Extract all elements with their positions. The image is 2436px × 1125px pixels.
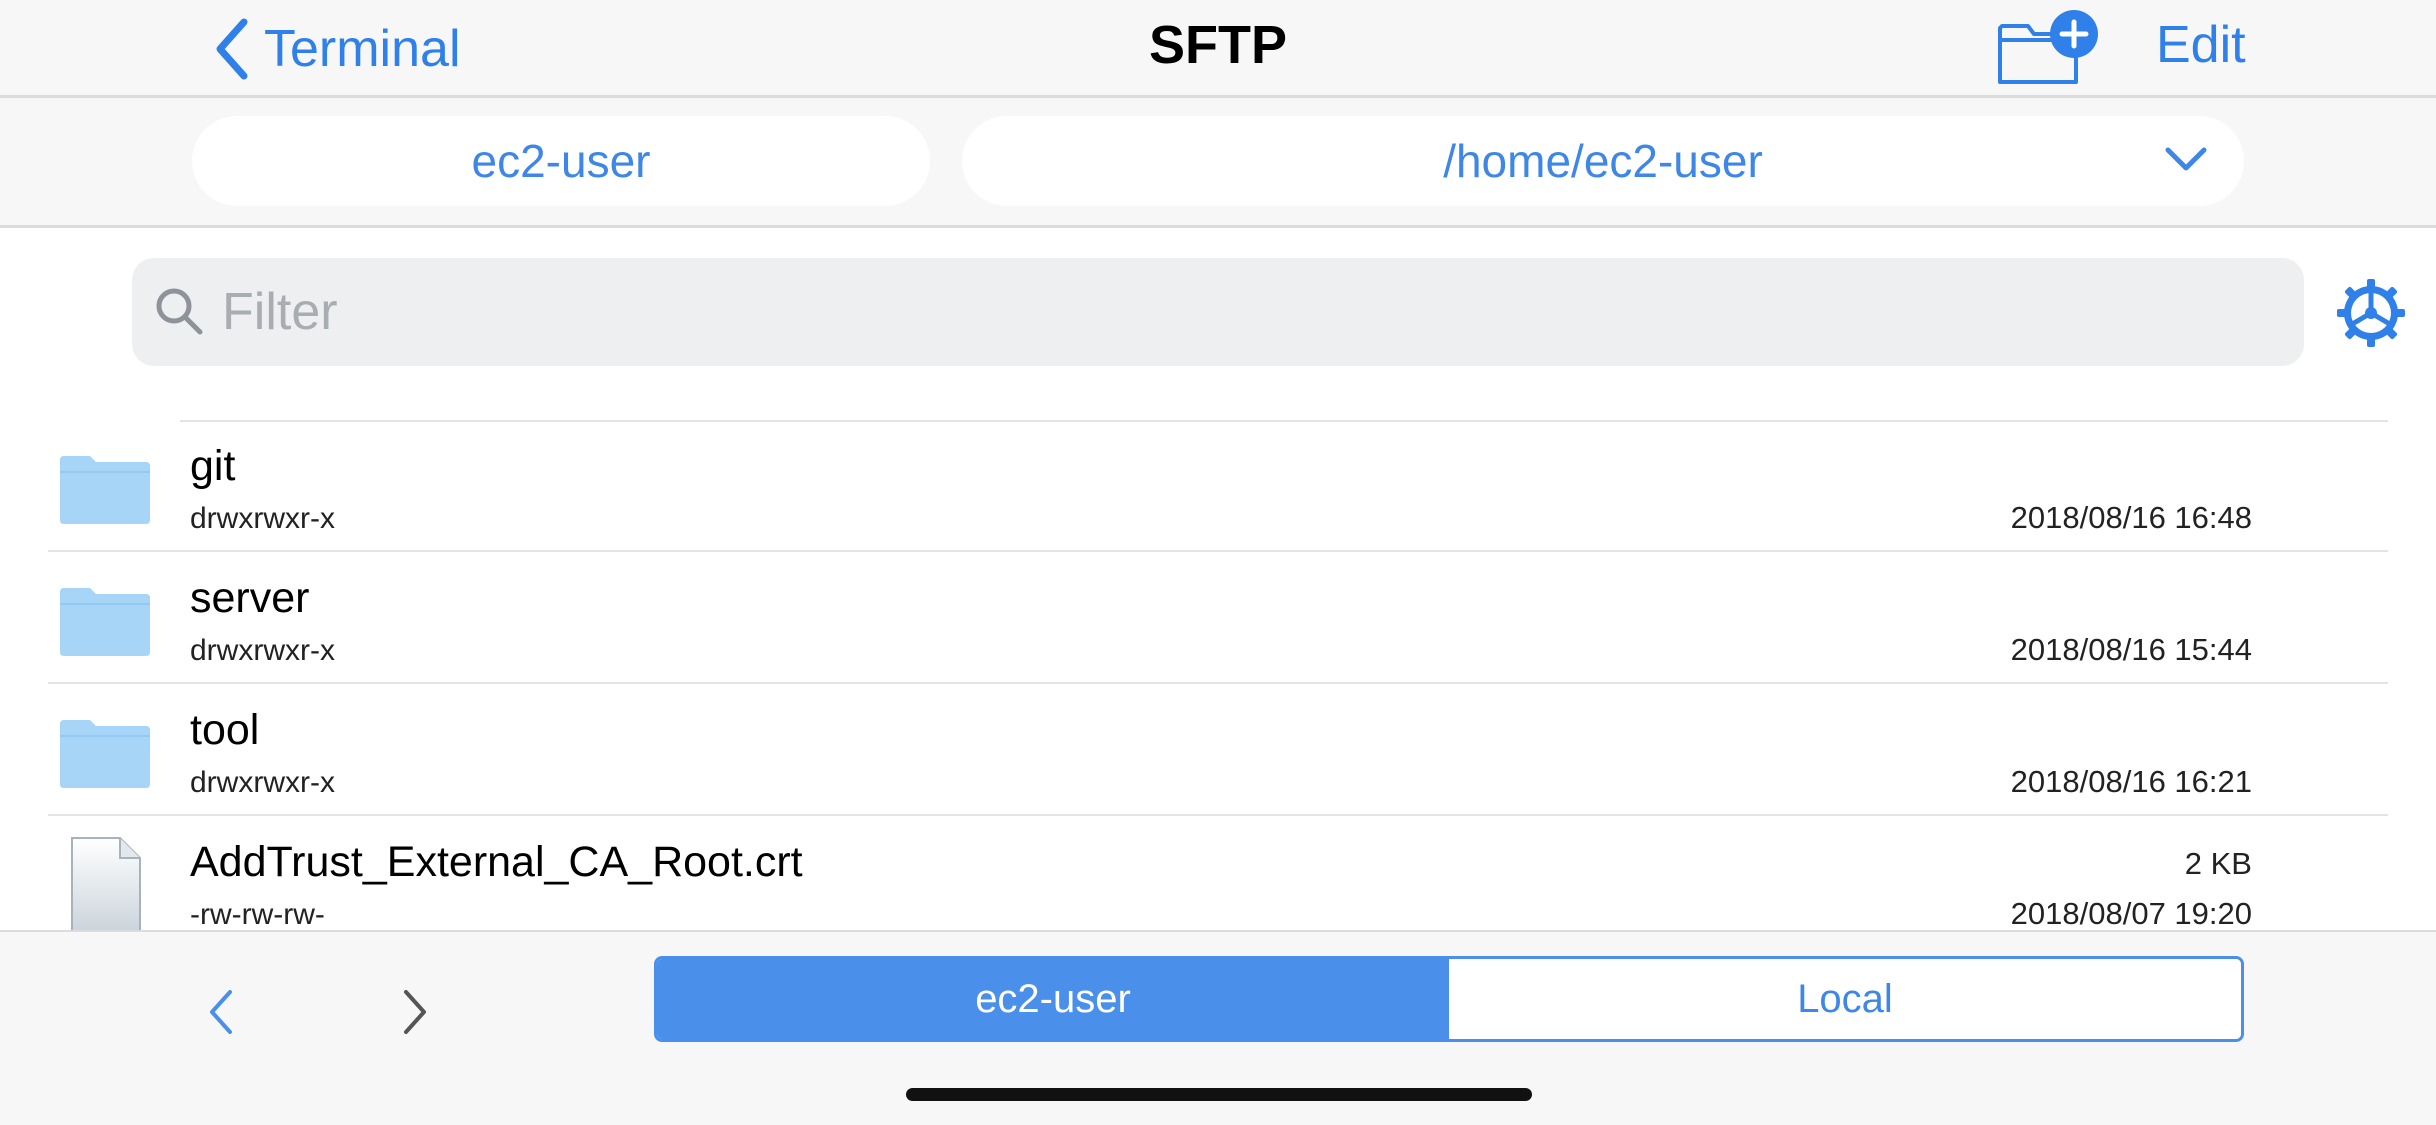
file-name: AddTrust_External_CA_Root.crt [190, 838, 803, 886]
file-permissions: drwxrwxr-x [190, 502, 335, 535]
file-name: tool [190, 706, 260, 754]
file-list: git drwxrwxr-x 2018/08/16 16:48 server d… [0, 420, 2436, 930]
bottom-toolbar: ec2-user Local [0, 930, 2436, 1125]
path-bar: ec2-user /home/ec2-user [0, 98, 2436, 228]
filter-field[interactable] [132, 258, 2304, 366]
file-permissions: drwxrwxr-x [190, 634, 335, 667]
chevron-down-icon [2165, 147, 2207, 171]
file-modified-date: 2018/08/16 15:44 [2010, 632, 2252, 667]
navigation-bar: Terminal SFTP Edit [0, 0, 2436, 98]
file-permissions: drwxrwxr-x [190, 766, 335, 799]
file-modified-date: 2018/08/16 16:21 [2010, 764, 2252, 799]
list-item[interactable]: AddTrust_External_CA_Root.crt -rw-rw-rw-… [48, 816, 2388, 930]
file-name: server [190, 574, 310, 622]
list-item[interactable]: tool drwxrwxr-x 2018/08/16 16:21 [48, 684, 2388, 816]
folder-icon [60, 720, 150, 788]
file-name: git [190, 442, 236, 490]
list-item[interactable]: git drwxrwxr-x 2018/08/16 16:48 [48, 420, 2388, 552]
new-folder-icon[interactable] [1996, 8, 2100, 88]
segment-local[interactable]: Local [1449, 959, 2241, 1039]
file-size: 2 KB [2184, 846, 2252, 881]
path-label: /home/ec2-user [1443, 135, 1763, 187]
file-modified-date: 2018/08/07 19:20 [2010, 896, 2252, 930]
search-icon [156, 288, 203, 335]
document-icon [71, 837, 141, 930]
chevron-right-icon[interactable] [396, 982, 436, 1042]
location-segmented-control: ec2-user Local [654, 956, 2244, 1042]
filter-input[interactable] [222, 272, 2262, 352]
edit-button[interactable]: Edit [2156, 14, 2246, 76]
host-label: ec2-user [471, 135, 651, 187]
chevron-left-icon[interactable] [200, 982, 240, 1042]
folder-icon [60, 588, 150, 656]
file-permissions: -rw-rw-rw- [190, 898, 325, 930]
folder-icon [60, 456, 150, 524]
segment-remote[interactable]: ec2-user [657, 959, 1449, 1039]
list-item[interactable]: server drwxrwxr-x 2018/08/16 15:44 [48, 552, 2388, 684]
file-modified-date: 2018/08/16 16:48 [2010, 500, 2252, 535]
home-indicator[interactable] [906, 1088, 1532, 1101]
host-selector[interactable]: ec2-user [192, 116, 930, 206]
gear-icon[interactable] [2336, 278, 2406, 348]
path-selector[interactable]: /home/ec2-user [962, 116, 2244, 206]
